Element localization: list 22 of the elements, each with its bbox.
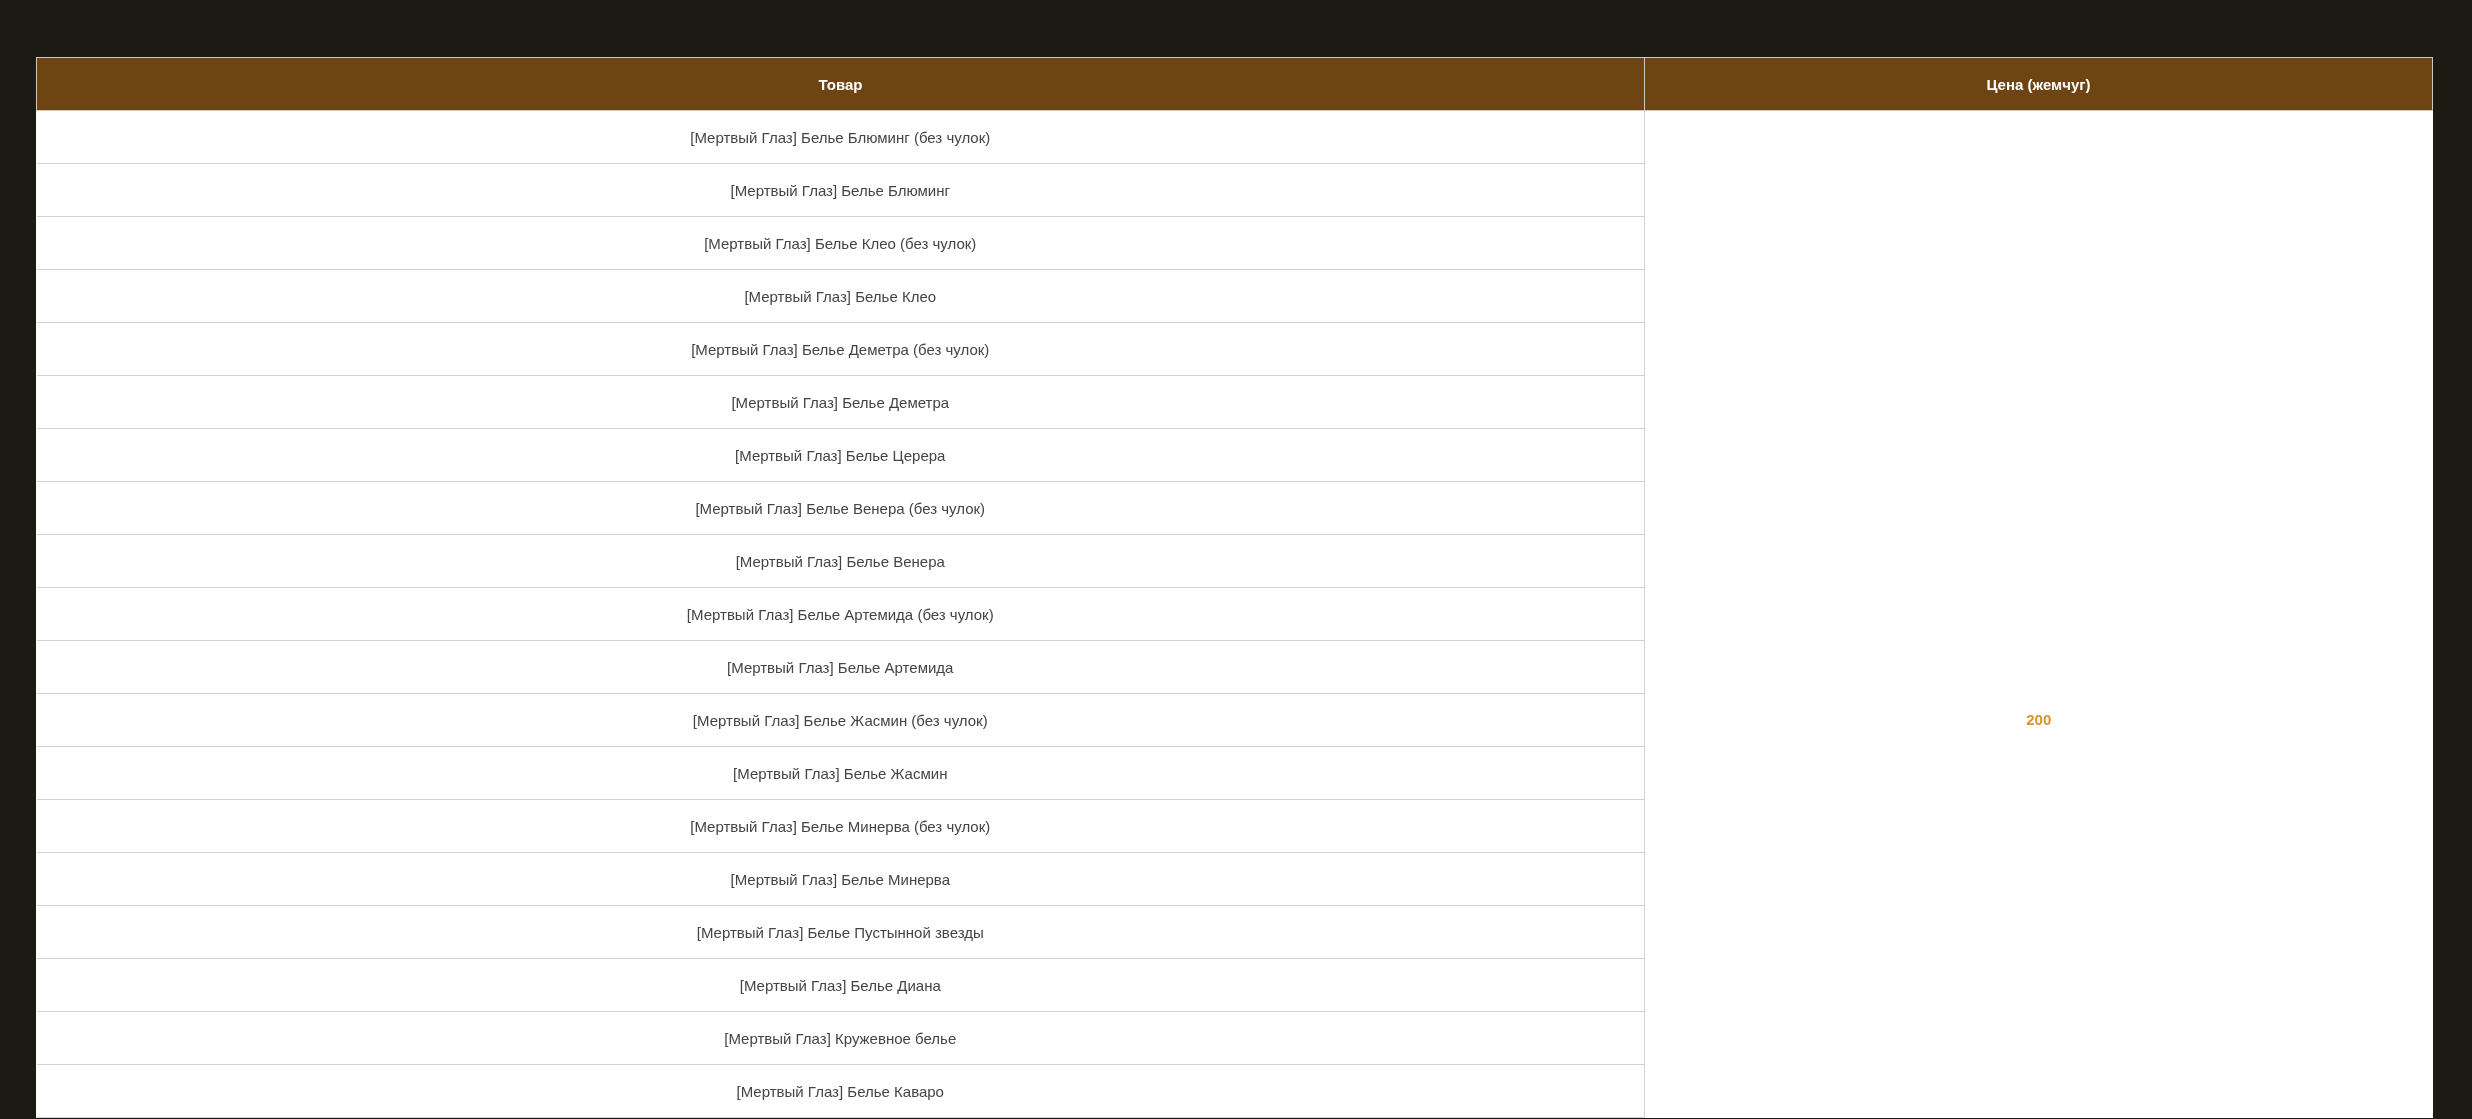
table-cell: [Мертвый Глаз] Белье Артемида (без чулок)	[36, 587, 1645, 641]
table-cell: [Мертвый Глаз] Белье Деметра (без чулок)	[36, 322, 1645, 376]
table-cell: [Мертвый Глаз] Белье Артемида	[36, 640, 1645, 694]
table-cell: [Мертвый Глаз] Белье Деметра	[36, 375, 1645, 429]
table-cell: [Мертвый Глаз] Белье Минерва (без чулок)	[36, 799, 1645, 853]
table-cell: [Мертвый Глаз] Белье Венера	[36, 534, 1645, 588]
table-cell: [Мертвый Глаз] Белье Блюминг	[36, 163, 1645, 217]
table-cell: [Мертвый Глаз] Белье Пустынной звезды	[36, 905, 1645, 959]
table-cell: [Мертвый Глаз] Белье Блюминг (без чулок)	[36, 110, 1645, 164]
column-header: Цена (жемчуг)	[1644, 57, 2433, 111]
table-cell: [Мертвый Глаз] Белье Клео (без чулок)	[36, 216, 1645, 270]
price-cell: 200	[1644, 110, 2433, 1118]
table-cell: [Мертвый Глаз] Белье Клео	[36, 269, 1645, 323]
table-cell: [Мертвый Глаз] Белье Минерва	[36, 852, 1645, 906]
column-header: Товар	[36, 57, 1645, 111]
table-cell: [Мертвый Глаз] Кружевное белье	[36, 1011, 1645, 1065]
table-cell: [Мертвый Глаз] Белье Жасмин	[36, 746, 1645, 800]
table-cell: [Мертвый Глаз] Белье Церера	[36, 428, 1645, 482]
table-cell: [Мертвый Глаз] Белье Жасмин (без чулок)	[36, 693, 1645, 747]
table-cell: [Мертвый Глаз] Белье Венера (без чулок)	[36, 481, 1645, 535]
table-cell: [Мертвый Глаз] Белье Диана	[36, 958, 1645, 1012]
table-cell: [Мертвый Глаз] Белье Каваро	[36, 1064, 1645, 1118]
